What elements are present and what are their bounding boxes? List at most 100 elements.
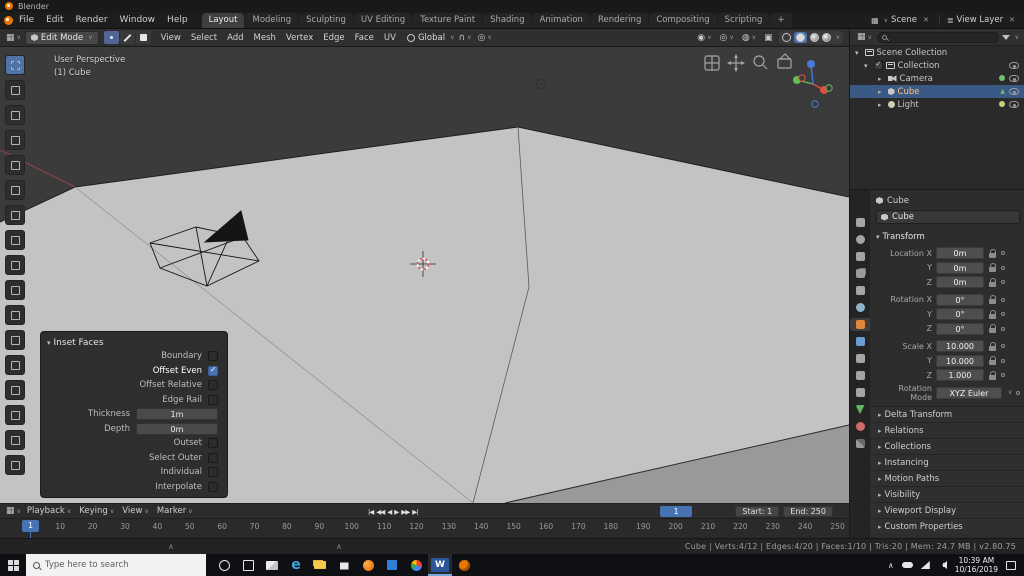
animate-dot-icon[interactable] [1001,359,1005,363]
tool-select-box[interactable] [5,55,25,75]
taskbar-icon-task-view[interactable] [236,554,260,576]
face-select-button[interactable] [136,31,151,44]
viewport-menu-item[interactable]: Vertex [281,33,318,43]
show-object-types-dropdown[interactable]: ◉∨ [695,33,713,43]
lock-icon[interactable] [988,342,997,351]
expand-icon[interactable]: ▾ [855,49,859,57]
app-menu-icon[interactable] [4,16,13,25]
edge-select-button[interactable] [120,31,135,44]
workspace-tab[interactable]: Compositing [649,13,716,28]
tool-extrude-region[interactable] [5,280,25,300]
transport-button[interactable]: ▶▶ [401,508,409,516]
depth-field[interactable]: 0m [136,423,218,435]
value-field[interactable]: 10.000 [936,355,984,367]
taskbar-icon-file-explorer[interactable] [308,554,332,576]
panel-section[interactable]: ▸ Custom Properties [870,518,1024,534]
viewport-menu-item[interactable]: Mesh [249,33,281,43]
taskbar-icon-photos[interactable] [380,554,404,576]
workspace-tab[interactable]: Layout [202,13,245,28]
overlays-toggle[interactable]: ◍∨ [740,33,758,43]
expand-icon[interactable]: ▸ [878,88,882,96]
checkbox[interactable] [208,351,218,361]
workspace-tab[interactable]: Sculpting [299,13,353,28]
menu-item[interactable]: Render [70,15,114,25]
properties-tab-data[interactable] [852,403,868,416]
taskbar-icon-chrome[interactable] [404,554,428,576]
animate-dot-icon[interactable] [1001,298,1005,302]
workspace-tab[interactable]: + [770,13,791,28]
filter-icon[interactable] [1002,35,1010,40]
outliner-item-scene-collection[interactable]: ▾ Scene Collection [850,46,1024,59]
expand-editor-icon[interactable]: ∧ [168,542,174,551]
value-field[interactable]: 10.000 [936,340,984,352]
expand-editor-icon[interactable]: ∧ [336,542,342,551]
panel-section[interactable]: ▸ Instancing [870,454,1024,470]
tool-rotate[interactable] [5,130,25,150]
wireframe-shading-button[interactable] [782,33,791,42]
grid-ortho-icon[interactable] [705,56,719,70]
properties-tab-physics[interactable] [852,369,868,382]
outliner-item-cube[interactable]: ▸ Cube ▲ [850,85,1024,98]
lock-icon[interactable] [988,263,997,272]
hidden-icons-chevron[interactable]: ∧ [888,561,894,570]
properties-tab-material[interactable] [852,420,868,433]
expand-icon[interactable]: ▸ [878,101,882,109]
checkbox[interactable] [208,453,218,463]
workspace-tab[interactable]: Rendering [591,13,648,28]
transform-panel-header[interactable]: ▾ Transform [876,230,1020,244]
lock-icon[interactable] [988,356,997,365]
eye-icon[interactable] [1009,88,1019,95]
timeline-menu-item[interactable]: View∨ [118,506,153,516]
tool-shrink-fatten[interactable] [5,455,25,475]
editor-type-button[interactable]: ▦∨ [855,32,874,42]
material-shading-button[interactable] [810,33,819,42]
transport-button[interactable]: ▶ [394,508,398,516]
value-field[interactable]: 0° [936,323,984,335]
operator-panel-header[interactable]: ▾ Inset Faces [47,336,221,349]
taskbar-icon-cortana[interactable] [212,554,236,576]
expand-icon[interactable]: ▾ [864,62,868,70]
tool-inset-faces[interactable] [5,305,25,325]
scene-unlink-button[interactable]: ✕ [923,16,929,24]
thickness-field[interactable]: 1m [136,408,218,420]
start-frame-field[interactable]: Start: 1 [735,506,779,517]
onedrive-icon[interactable] [902,562,913,568]
properties-tab-modifiers[interactable] [852,335,868,348]
viewport-menu-item[interactable]: Face [350,33,379,43]
value-field[interactable]: 0m [936,247,984,259]
gizmo-z-axis[interactable] [807,60,815,68]
properties-tab-output[interactable] [852,250,868,263]
taskbar-icon-mail[interactable] [260,554,284,576]
outliner-item-light[interactable]: ▸ Light [850,98,1024,111]
properties-tab-view-layer[interactable] [852,267,868,280]
pan-icon[interactable] [727,54,745,72]
taskbar-icon-word[interactable]: W [428,554,452,576]
network-icon[interactable] [921,561,930,569]
viewport-menu-item[interactable]: Add [222,33,248,43]
properties-tab-object[interactable] [850,318,870,331]
lock-icon[interactable] [988,371,997,380]
navigation-gizmo[interactable] [793,60,832,107]
panel-section[interactable]: ▸ Viewport Display [870,502,1024,518]
rendered-shading-button[interactable] [822,33,831,42]
collection-checkbox[interactable] [874,61,883,70]
expand-icon[interactable]: ▸ [878,75,882,83]
tool-cursor[interactable] [5,80,25,100]
properties-tab-particles[interactable] [852,352,868,365]
checkbox[interactable] [208,366,218,376]
viewport-menu-item[interactable]: View [156,33,186,43]
panel-section[interactable]: ▸ Visibility [870,486,1024,502]
animate-dot-icon[interactable] [1001,251,1005,255]
properties-tab-tool[interactable] [852,216,868,229]
timeline-menu-item[interactable]: Playback∨ [23,506,75,516]
tool-scale[interactable] [5,155,25,175]
zoom-icon[interactable] [754,56,767,69]
properties-tab-world[interactable] [852,301,868,314]
editor-type-button[interactable]: ▦∨ [4,506,23,516]
taskbar-icon-store[interactable] [332,554,356,576]
current-frame-field[interactable]: 1 [660,506,692,517]
workspace-tab[interactable]: UV Editing [354,13,412,28]
tool-measure[interactable] [5,230,25,250]
tool-bevel[interactable] [5,330,25,350]
taskbar-search[interactable] [26,554,206,576]
